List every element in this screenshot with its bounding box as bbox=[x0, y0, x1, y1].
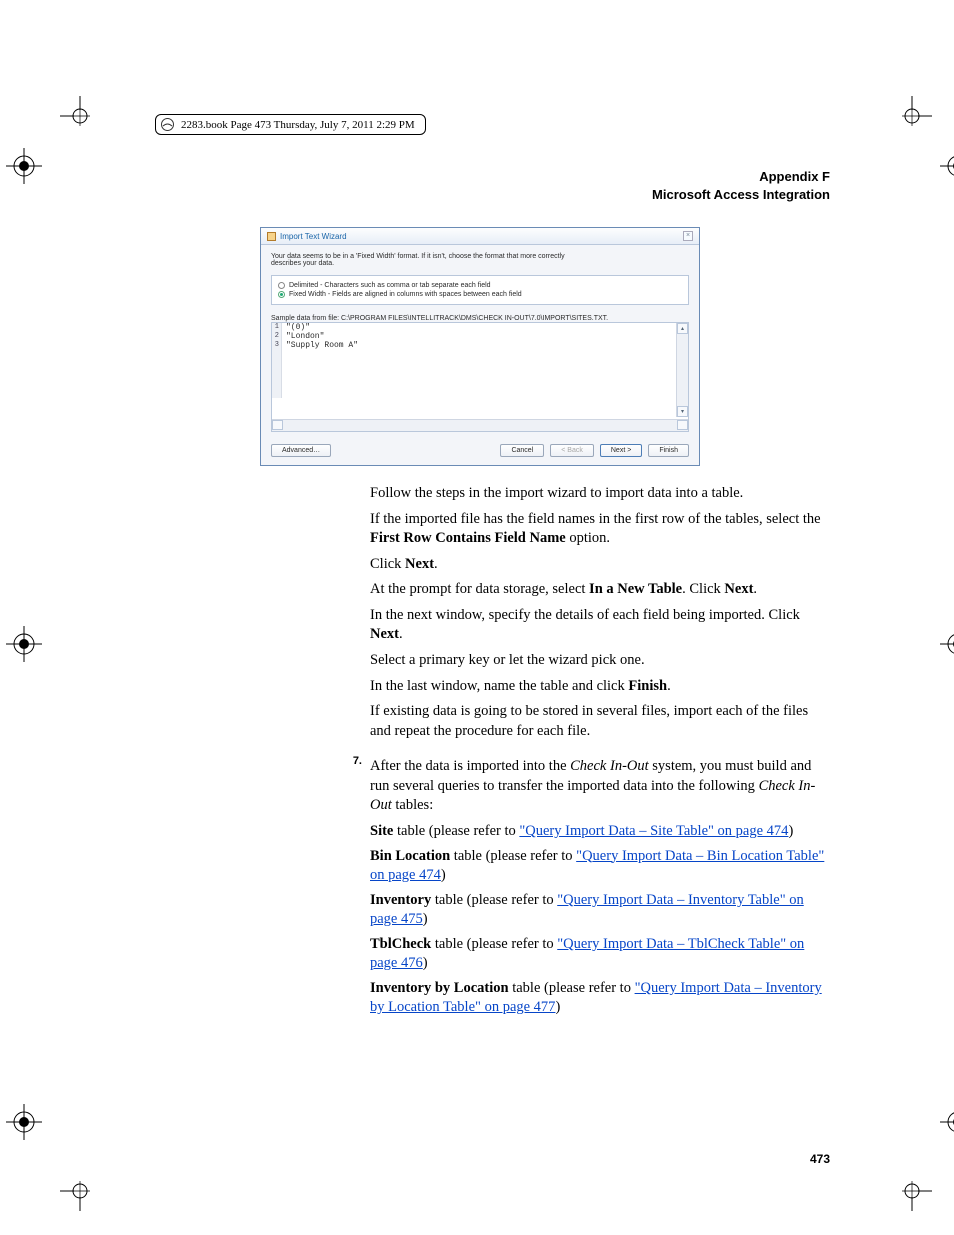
running-head-line2: Microsoft Access Integration bbox=[120, 186, 830, 204]
scrollbar-vertical[interactable]: ▴ ▾ bbox=[676, 323, 688, 417]
advanced-button[interactable]: Advanced… bbox=[271, 444, 331, 457]
sample-row-2: "London" bbox=[282, 332, 324, 341]
sample-row-3: "Supply Room A" bbox=[282, 341, 358, 350]
finish-button[interactable]: Finish bbox=[648, 444, 689, 457]
scroll-right-icon[interactable] bbox=[677, 420, 688, 430]
para-repeat: If existing data is going to be stored i… bbox=[370, 702, 830, 741]
wizard-app-icon bbox=[267, 232, 276, 241]
table-ref-inv-by-loc: Inventory by Location table (please refe… bbox=[370, 979, 830, 1018]
radio-delimited-label: Delimited - Characters such as comma or … bbox=[289, 282, 491, 289]
wizard-sample-preview: 1"(0)" 2"London" 3"Supply Room A" ▴ ▾ bbox=[271, 322, 689, 432]
import-text-wizard-dialog: Import Text Wizard × Your data seems to … bbox=[260, 227, 700, 466]
scroll-down-icon[interactable]: ▾ bbox=[677, 406, 688, 417]
crop-mark-icon bbox=[60, 96, 100, 136]
para-new-table: At the prompt for data storage, select I… bbox=[370, 580, 830, 600]
link-site-table[interactable]: "Query Import Data – Site Table" on page… bbox=[519, 823, 788, 839]
book-header-text: 2283.book Page 473 Thursday, July 7, 201… bbox=[181, 119, 415, 131]
step-number-7: 7. bbox=[340, 751, 362, 1023]
wizard-format-group: Delimited - Characters such as comma or … bbox=[271, 275, 689, 305]
book-header: 2283.book Page 473 Thursday, July 7, 201… bbox=[155, 114, 426, 135]
scrollbar-horizontal[interactable] bbox=[272, 419, 688, 431]
body-content: Follow the steps in the import wizard to… bbox=[370, 484, 830, 1023]
para-first-row: If the imported file has the field names… bbox=[370, 510, 830, 549]
table-ref-inventory: Inventory table (please refer to "Query … bbox=[370, 891, 830, 930]
running-head-line1: Appendix F bbox=[120, 168, 830, 186]
crop-mark-icon bbox=[892, 1171, 932, 1211]
radio-delimited[interactable] bbox=[278, 282, 285, 289]
wizard-titlebar: Import Text Wizard × bbox=[261, 228, 699, 245]
para-field-details: In the next window, specify the details … bbox=[370, 606, 830, 645]
back-button: < Back bbox=[550, 444, 594, 457]
scroll-up-icon[interactable]: ▴ bbox=[677, 323, 688, 334]
page-number: 473 bbox=[810, 1152, 830, 1166]
crop-mark-icon bbox=[60, 1171, 100, 1211]
book-icon bbox=[160, 117, 175, 132]
crop-mark-icon bbox=[892, 96, 932, 136]
table-ref-tblcheck: TblCheck table (please refer to "Query I… bbox=[370, 935, 830, 974]
para-primary-key: Select a primary key or let the wizard p… bbox=[370, 651, 830, 671]
wizard-title-text: Import Text Wizard bbox=[280, 232, 347, 241]
sample-row-1: "(0)" bbox=[282, 323, 310, 332]
table-ref-site: Site table (please refer to "Query Impor… bbox=[370, 822, 830, 842]
para-step7: After the data is imported into the Chec… bbox=[370, 757, 830, 816]
wizard-sample-label: Sample data from file: C:\PROGRAM FILES\… bbox=[271, 315, 689, 322]
next-button[interactable]: Next > bbox=[600, 444, 642, 457]
para-click-next-1: Click Next. bbox=[370, 555, 830, 575]
page-frame: Appendix F Microsoft Access Integration … bbox=[120, 156, 840, 1166]
radio-fixed-label: Fixed Width - Fields are aligned in colu… bbox=[289, 291, 522, 298]
para-name-table: In the last window, name the table and c… bbox=[370, 677, 830, 697]
close-icon[interactable]: × bbox=[683, 231, 693, 241]
running-head: Appendix F Microsoft Access Integration bbox=[120, 168, 830, 203]
para-follow-steps: Follow the steps in the import wizard to… bbox=[370, 484, 830, 504]
cancel-button[interactable]: Cancel bbox=[500, 444, 544, 457]
wizard-intro-text: Your data seems to be in a 'Fixed Width'… bbox=[271, 253, 571, 267]
scroll-left-icon[interactable] bbox=[272, 420, 283, 430]
table-ref-bin: Bin Location table (please refer to "Que… bbox=[370, 847, 830, 886]
radio-fixed-width[interactable] bbox=[278, 291, 285, 298]
